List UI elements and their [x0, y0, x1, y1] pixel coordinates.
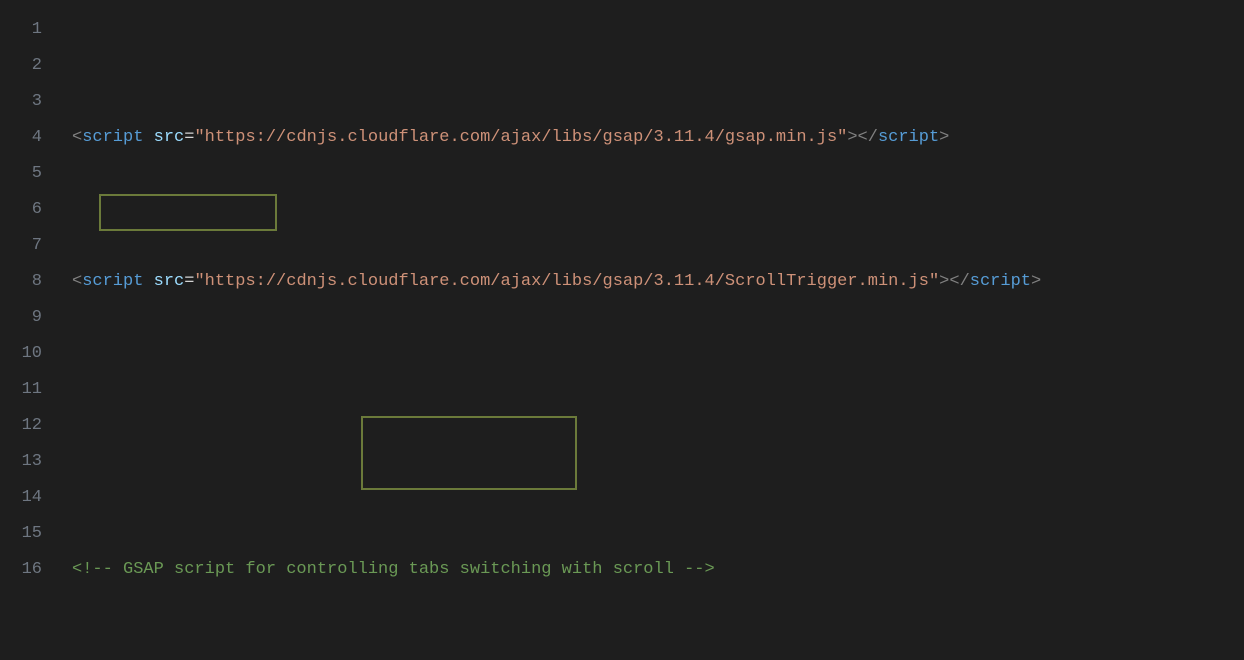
line-number: 16	[0, 552, 42, 588]
line-number: 11	[0, 372, 42, 408]
line-number: 6	[0, 192, 42, 228]
line-number: 9	[0, 300, 42, 336]
code-line[interactable]: <script src="https://cdnjs.cloudflare.co…	[72, 120, 1244, 156]
line-number: 2	[0, 48, 42, 84]
line-number: 5	[0, 156, 42, 192]
line-number: 15	[0, 516, 42, 552]
line-number: 13	[0, 444, 42, 480]
code-line[interactable]: <!-- GSAP script for controlling tabs sw…	[72, 552, 1244, 588]
line-number: 10	[0, 336, 42, 372]
line-number: 8	[0, 264, 42, 300]
line-number: 3	[0, 84, 42, 120]
code-editor[interactable]: 1 2 3 4 5 6 7 8 9 10 11 12 13 14 15 16 <…	[0, 0, 1244, 660]
line-number: 7	[0, 228, 42, 264]
line-number: 12	[0, 408, 42, 444]
line-number: 1	[0, 12, 42, 48]
code-area[interactable]: <script src="https://cdnjs.cloudflare.co…	[64, 0, 1244, 660]
code-line[interactable]: <script src="https://cdnjs.cloudflare.co…	[72, 264, 1244, 300]
line-number: 14	[0, 480, 42, 516]
code-line[interactable]	[72, 408, 1244, 444]
line-number-gutter: 1 2 3 4 5 6 7 8 9 10 11 12 13 14 15 16	[0, 0, 64, 660]
line-number: 4	[0, 120, 42, 156]
